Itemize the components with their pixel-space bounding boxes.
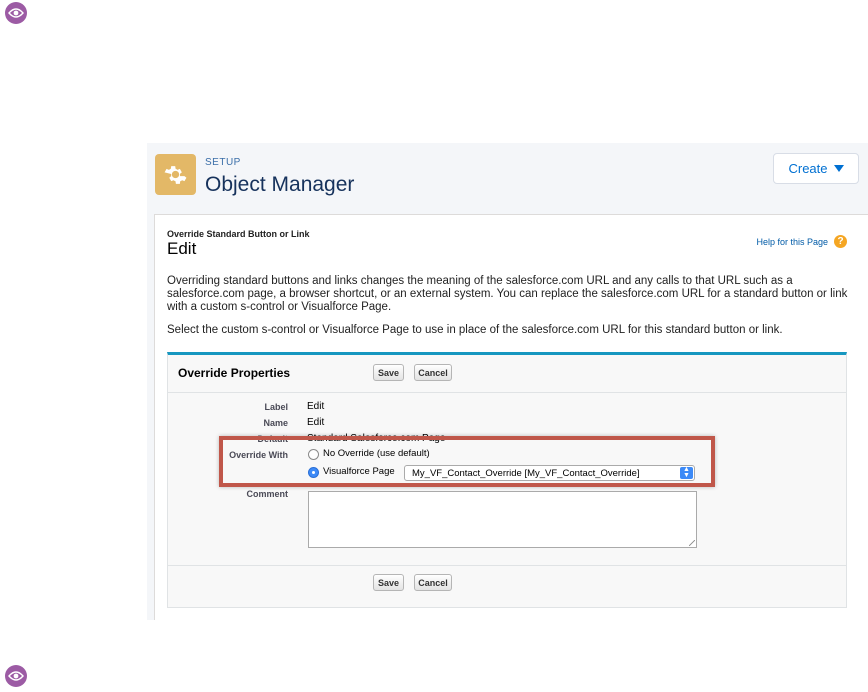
eye-icon[interactable]	[5, 665, 27, 687]
gear-icon	[155, 154, 196, 195]
help-icon: ?	[834, 235, 847, 248]
override-properties-section: Override Properties Save Cancel Label Ed…	[167, 352, 847, 608]
comment-textarea[interactable]	[308, 491, 697, 548]
instruction-text: Select the custom s-control or Visualfor…	[167, 324, 783, 336]
name-field-value: Edit	[307, 417, 325, 428]
setup-label: SETUP	[205, 157, 241, 168]
divider	[168, 565, 846, 566]
help-link-label: Help for this Page	[756, 236, 828, 247]
comment-label: Comment	[246, 489, 288, 499]
resize-handle-icon[interactable]	[689, 540, 695, 546]
label-field-label: Label	[264, 402, 288, 412]
name-field-label: Name	[263, 418, 288, 428]
create-button[interactable]: Create	[773, 153, 859, 184]
save-button-top[interactable]: Save	[373, 364, 404, 381]
override-with-highlight	[219, 436, 715, 487]
description-text: Overriding standard buttons and links ch…	[167, 275, 848, 313]
eye-icon[interactable]	[5, 2, 27, 24]
page-subtitle: Override Standard Button or Link	[167, 229, 310, 239]
label-field-value: Edit	[307, 401, 325, 412]
cancel-button-top[interactable]: Cancel	[414, 364, 452, 381]
divider	[168, 392, 846, 393]
page-heading: Edit	[167, 239, 197, 258]
caret-down-icon	[833, 165, 844, 172]
salesforce-screenshot: SETUP Object Manager Create Override Sta…	[147, 143, 868, 620]
save-button-bottom[interactable]: Save	[373, 574, 404, 591]
help-link[interactable]: Help for this Page ?	[756, 235, 847, 248]
override-card: Override Standard Button or Link Edit He…	[154, 214, 868, 620]
page-title: Object Manager	[205, 173, 355, 196]
section-title: Override Properties	[178, 366, 291, 380]
cancel-button-bottom[interactable]: Cancel	[414, 574, 452, 591]
create-button-label: Create	[788, 161, 828, 176]
